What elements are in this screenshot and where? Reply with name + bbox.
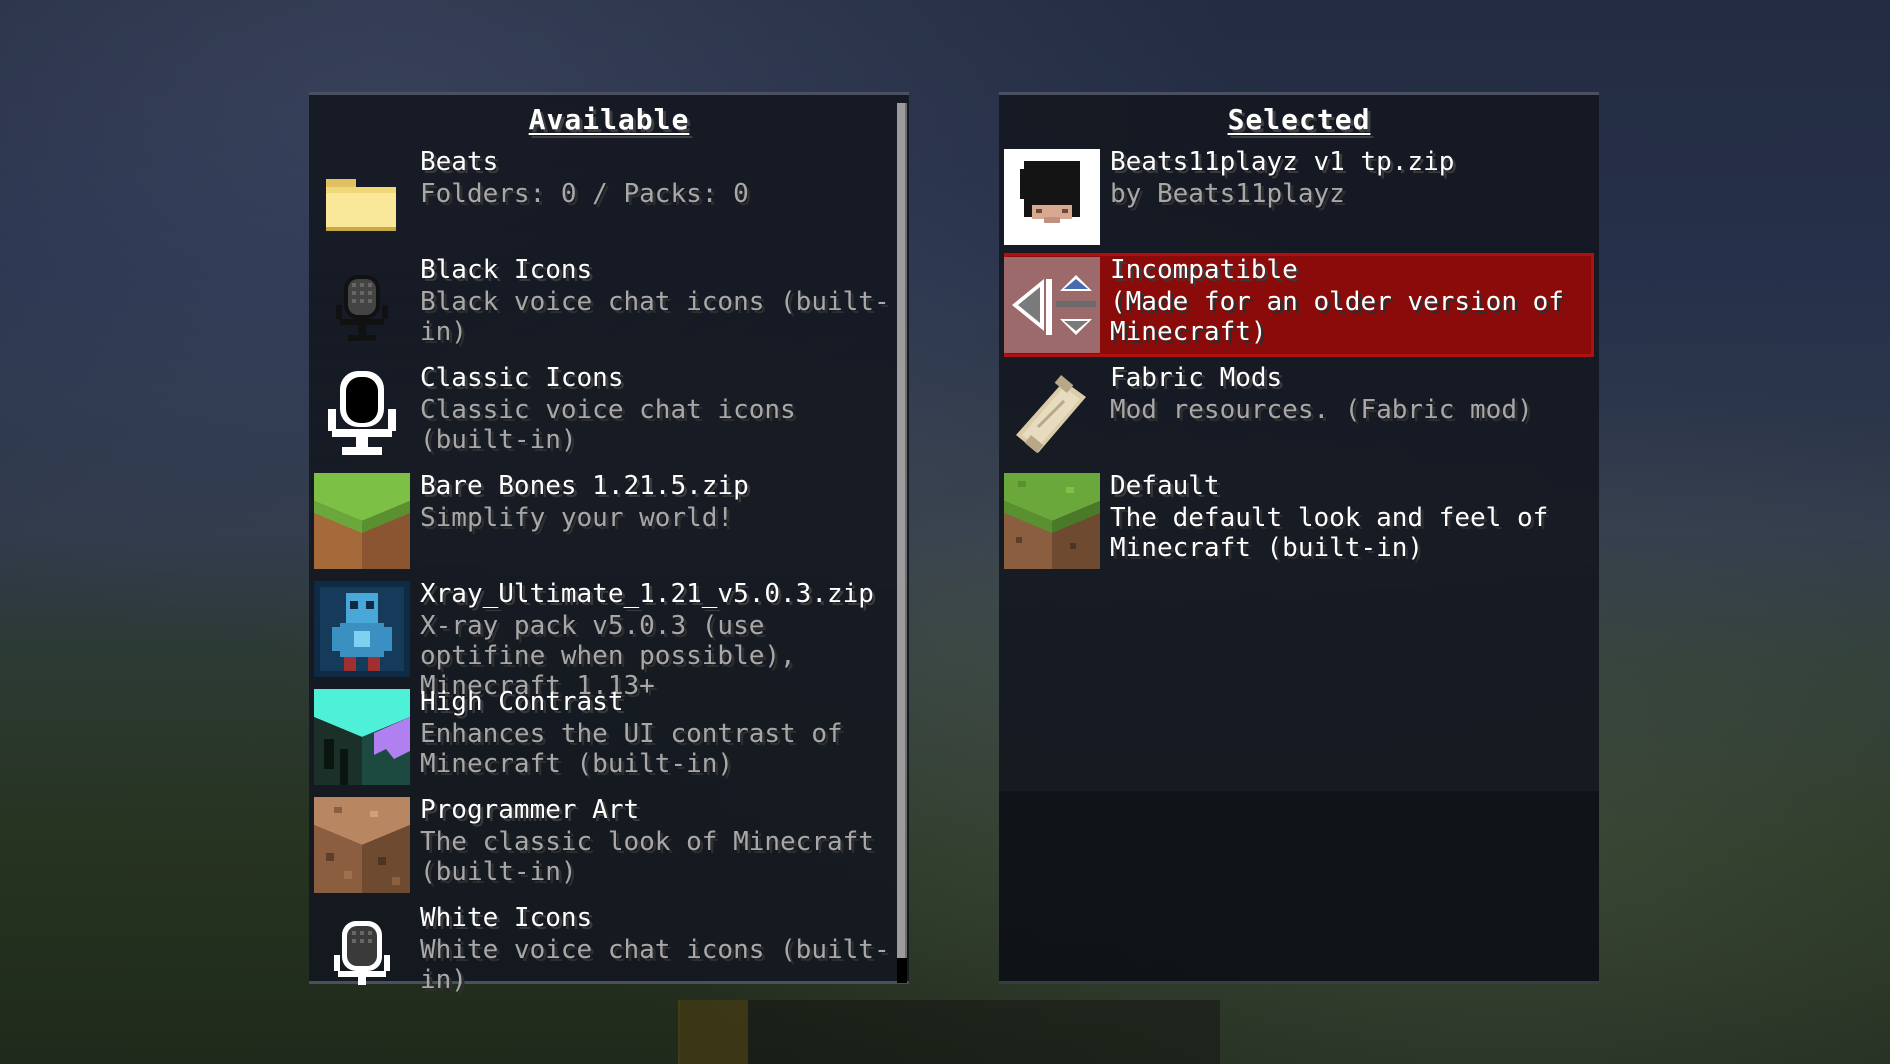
pack-name: White Icons (420, 903, 593, 933)
selected-packs-panel[interactable]: Selected Beats11playz v1 tp.zip by Beats… (999, 92, 1599, 984)
pack-name: Programmer Art (420, 795, 640, 825)
scroll-icon (1016, 375, 1086, 453)
selected-title: Selected (1227, 103, 1371, 136)
high-contrast-icon (314, 689, 410, 785)
pack-bare-bones[interactable]: Bare Bones 1.21.5.zip Simplify your worl… (314, 469, 899, 573)
pack-name: Default (1110, 471, 1220, 501)
pack-description: The default look and feel of Minecraft (… (1110, 503, 1549, 563)
pack-black-icons[interactable]: Black Icons Black voice chat icons (buil… (314, 253, 899, 357)
pack-name: Bare Bones 1.21.5.zip (420, 471, 749, 501)
pack-name: Black Icons (420, 255, 593, 285)
pack-description: White voice chat icons (built-in) (420, 935, 890, 995)
pack-name: Classic Icons (420, 363, 624, 393)
pack-default[interactable]: Default The default look and feel of Min… (1004, 469, 1594, 573)
pack-description: Mod resources. (Fabric mod) (1110, 395, 1533, 425)
pack-name: Incompatible (1110, 255, 1298, 285)
pack-xray-ultimate[interactable]: Xray_Ultimate_1.21_v5.0.3.zip X-ray pack… (314, 577, 899, 701)
pack-description: Classic voice chat icons (built-in) (420, 395, 796, 455)
available-packs-panel[interactable]: Available Beats Folders: 0 / Packs: 0 Bl… (309, 92, 909, 995)
pack-name: Beats11playz v1 tp.zip (1110, 147, 1455, 177)
world-background (0, 0, 1890, 1064)
pack-name: Fabric Mods (1110, 363, 1283, 393)
pack-beats11playz[interactable]: Beats11playz v1 tp.zip by Beats11playz (1004, 145, 1594, 249)
pack-high-contrast[interactable]: High Contrast Enhances the UI contrast o… (314, 685, 899, 789)
pack-name: Xray_Ultimate_1.21_v5.0.3.zip (420, 579, 874, 609)
dirt-block-icon (314, 797, 410, 893)
grass-block-icon (314, 473, 410, 569)
pack-beats-folder[interactable]: Beats Folders: 0 / Packs: 0 (314, 145, 899, 249)
white-microphone-icon (334, 921, 390, 985)
pack-name: High Contrast (420, 687, 624, 717)
pack-fabric-mods[interactable]: Fabric Mods Mod resources. (Fabric mod) (1004, 361, 1594, 465)
pack-name: Beats (420, 147, 499, 177)
scrollbar-thumb[interactable] (897, 103, 907, 958)
selected-empty-area (999, 791, 1599, 984)
pack-description: (Made for an older version of Minecraft) (1110, 287, 1564, 347)
pack-description: Black voice chat icons (built-in) (420, 287, 890, 347)
pack-description: Enhances the UI contrast of Minecraft (b… (420, 719, 843, 779)
player-head-icon (1004, 149, 1100, 245)
pack-description: Simplify your world! (420, 503, 734, 533)
pack-description: by Beats11playz (1110, 179, 1345, 209)
black-microphone-icon (336, 275, 388, 341)
available-title: Available (528, 103, 690, 136)
classic-microphone-icon (328, 371, 396, 455)
folder-icon (326, 179, 396, 231)
grass-block-icon (1004, 473, 1100, 569)
xray-creeper-icon (314, 581, 410, 677)
pack-white-icons[interactable]: White Icons White voice chat icons (buil… (314, 901, 899, 1005)
pack-incompatible[interactable]: Incompatible (Made for an older version … (1004, 253, 1594, 357)
pack-classic-icons[interactable]: Classic Icons Classic voice chat icons (… (314, 361, 899, 465)
pack-description: The classic look of Minecraft (built-in) (420, 827, 874, 887)
hotbar-background (680, 1000, 1220, 1064)
move-arrows-icon (1004, 257, 1100, 353)
hotbar-slot-highlight (678, 1000, 748, 1064)
pack-description: Folders: 0 / Packs: 0 (420, 179, 749, 209)
pack-programmer-art[interactable]: Programmer Art The classic look of Minec… (314, 793, 899, 897)
